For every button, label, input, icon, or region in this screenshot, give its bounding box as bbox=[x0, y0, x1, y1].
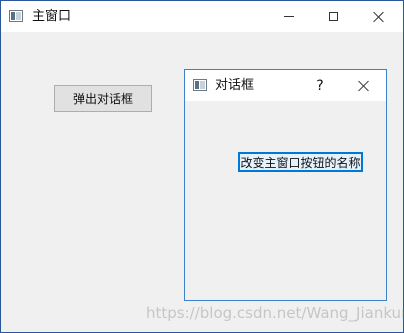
close-button[interactable] bbox=[356, 1, 401, 32]
main-title-bar[interactable]: 主窗口 bbox=[1, 1, 403, 32]
close-icon bbox=[358, 80, 370, 92]
dialog-title-bar[interactable]: 对话框 ? bbox=[185, 70, 386, 101]
minimize-icon bbox=[283, 16, 294, 17]
change-main-button-name-button[interactable]: 改变主窗口按钮的名称 bbox=[238, 152, 363, 172]
minimize-button[interactable] bbox=[266, 1, 311, 32]
maximize-button[interactable] bbox=[311, 1, 356, 32]
main-window-title: 主窗口 bbox=[32, 9, 72, 24]
help-icon: ? bbox=[316, 77, 324, 94]
dialog-window-icon bbox=[193, 79, 207, 91]
open-dialog-button[interactable]: 弹出对话框 bbox=[54, 85, 152, 112]
dialog-close-button[interactable] bbox=[341, 70, 386, 101]
dialog-title: 对话框 bbox=[215, 78, 255, 93]
close-icon bbox=[373, 11, 385, 23]
maximize-icon bbox=[329, 12, 338, 21]
app-window-icon bbox=[9, 10, 23, 22]
help-button[interactable]: ? bbox=[303, 70, 337, 101]
dialog-window: 对话框 ? 改变主窗口按钮的名称 bbox=[184, 69, 387, 301]
watermark-text: https://blog.csdn.net/Wang_Jiankun bbox=[146, 304, 404, 322]
